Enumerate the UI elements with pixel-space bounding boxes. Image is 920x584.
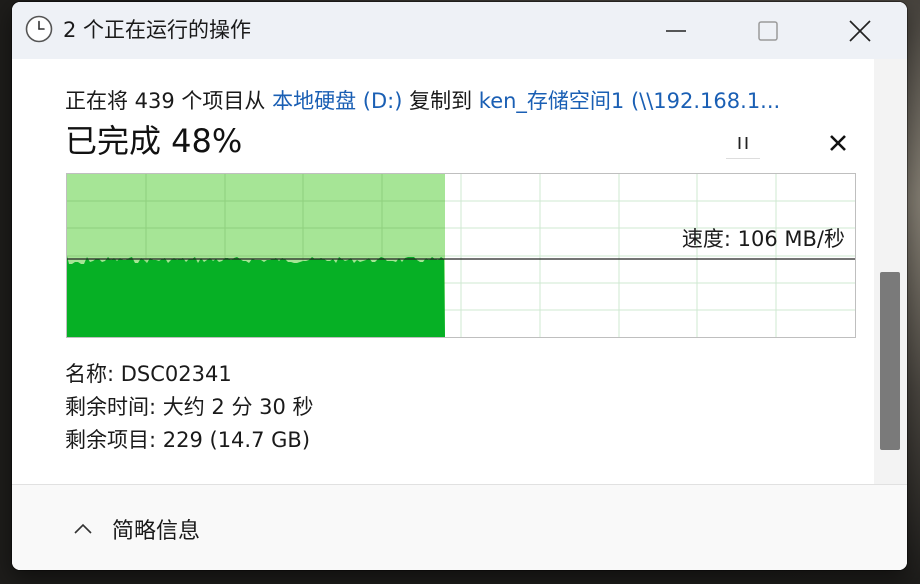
window-title: 2 个正在运行的操作 [63, 18, 252, 42]
speed-chart-graphic [67, 174, 855, 337]
maximize-icon [758, 20, 778, 41]
fewer-details-toggle[interactable]: 简略信息 [72, 514, 200, 544]
close-icon [849, 19, 871, 42]
scrollbar-thumb[interactable] [880, 272, 900, 450]
operation-middle: 复制到 [402, 89, 479, 113]
pause-button[interactable] [726, 128, 760, 159]
percent-complete: 已完成 48% [65, 122, 243, 160]
speed-chart: 速度: 106 MB/秒 [66, 173, 856, 338]
minimize-button[interactable] [630, 2, 722, 59]
operation-description: 正在将 439 个项目从 本地硬盘 (D:) 复制到 ken_存储空间1 (\\… [65, 87, 780, 115]
chevron-up-icon [74, 523, 92, 534]
cancel-button[interactable] [821, 128, 855, 158]
speed-area [67, 256, 445, 337]
time-remaining: 剩余时间: 大约 2 分 30 秒 [65, 395, 314, 419]
minimize-icon [666, 29, 686, 32]
title-bar[interactable]: 2 个正在运行的操作 [12, 2, 907, 59]
clock-icon [25, 15, 53, 43]
items-remaining: 剩余项目: 229 (14.7 GB) [65, 428, 311, 452]
item-name: 名称: DSC02341 [65, 362, 232, 386]
source-link[interactable]: 本地硬盘 (D:) [272, 89, 402, 113]
close-button[interactable] [814, 2, 906, 59]
file-operation-dialog: 2 个正在运行的操作 正在将 439 个项目从 本地硬盘 (D:) 复制到 ke… [12, 2, 907, 570]
maximize-button[interactable] [722, 2, 814, 59]
cancel-icon [830, 135, 846, 151]
fewer-details-label: 简略信息 [112, 519, 201, 544]
operation-prefix: 正在将 439 个项目从 [65, 89, 273, 113]
pause-icon [738, 137, 748, 149]
destination-link[interactable]: ken_存储空间1 (\\192.168.1... [479, 89, 780, 113]
speed-label: 速度: 106 MB/秒 [681, 227, 845, 251]
